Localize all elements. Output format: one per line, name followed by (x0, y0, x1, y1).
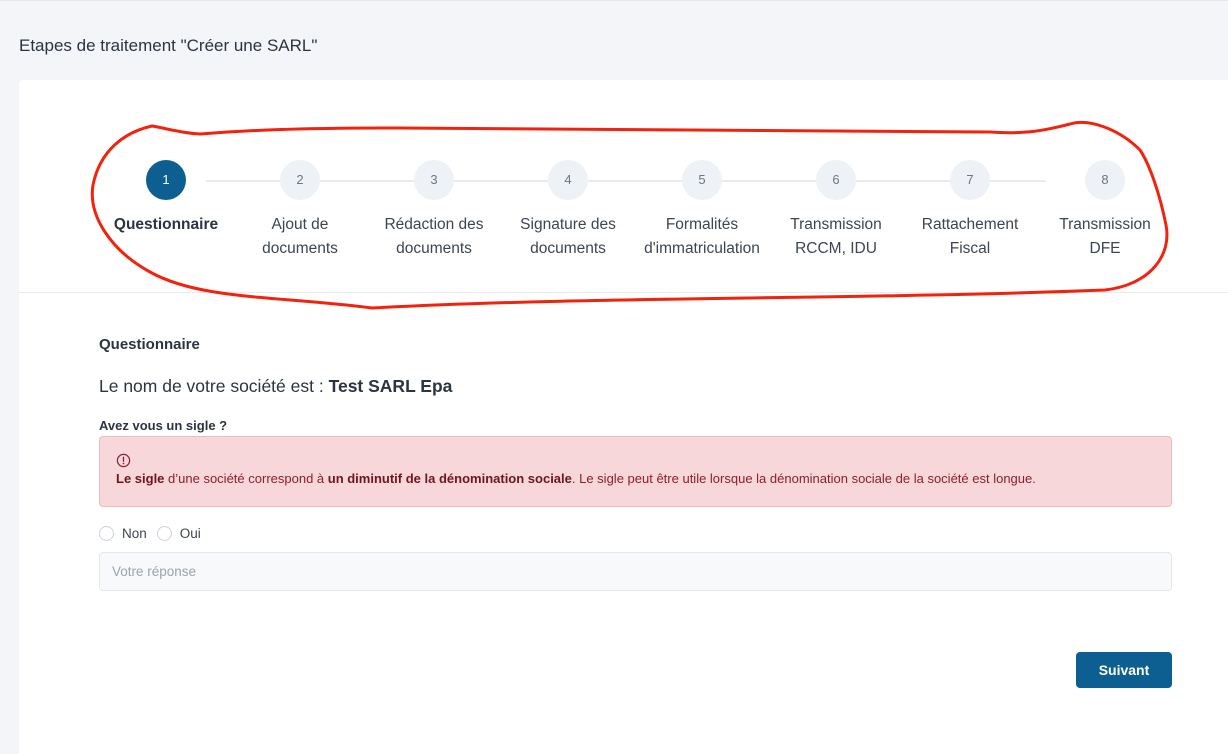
step-8[interactable]: 8 Transmission DFE (1035, 160, 1175, 261)
step-number: 3 (414, 160, 454, 200)
main-card: 1 Questionnaire 2 Ajout de documents 3 R… (19, 80, 1228, 754)
radio-button[interactable] (99, 525, 114, 541)
step-label: Formalités d'immatriculation (644, 216, 760, 257)
step-6[interactable]: 6 Transmission RCCM, IDU (766, 160, 906, 261)
step-number: 5 (682, 160, 722, 200)
info-circle-icon (116, 453, 131, 468)
next-button[interactable]: Suivant (1076, 652, 1172, 688)
step-number: 7 (950, 160, 990, 200)
top-divider (0, 0, 1228, 1)
sigle-radio-group: Non Oui (99, 524, 211, 542)
step-number: 4 (548, 160, 588, 200)
company-name: Test SARL Epa (328, 376, 453, 396)
step-number: 2 (280, 160, 320, 200)
step-label: Rattachement Fiscal (921, 216, 1019, 257)
page-title: Etapes de traitement "Créer une SARL" (19, 36, 318, 55)
step-label: Signature des documents (520, 216, 616, 257)
answer-input[interactable] (99, 552, 1172, 591)
step-4[interactable]: 4 Signature des documents (498, 160, 638, 261)
step-3[interactable]: 3 Rédaction des documents (364, 160, 504, 261)
step-label: Rédaction des documents (384, 216, 484, 257)
step-1[interactable]: 1 Questionnaire (96, 160, 236, 237)
step-label: Ajout de documents (262, 216, 338, 257)
step-number: 8 (1085, 160, 1125, 200)
radio-option-non[interactable]: Non (99, 525, 147, 541)
radio-option-oui[interactable]: Oui (156, 525, 201, 541)
step-label: Transmission RCCM, IDU (790, 216, 882, 257)
question-label: Avez vous un sigle ? (99, 418, 228, 433)
radio-label: Oui (179, 525, 201, 541)
section-title: Questionnaire (99, 336, 200, 353)
info-alert: Le sigle d’une société correspond à un d… (99, 436, 1172, 507)
company-name-prefix: Le nom de votre société est : (99, 376, 329, 396)
step-number: 1 (146, 160, 186, 200)
step-label: Questionnaire (113, 216, 219, 233)
company-name-line: Le nom de votre société est : Test SARL … (99, 376, 452, 397)
step-2[interactable]: 2 Ajout de documents (230, 160, 370, 261)
process-stepper: 1 Questionnaire 2 Ajout de documents 3 R… (19, 80, 1228, 293)
step-5[interactable]: 5 Formalités d'immatriculation (632, 160, 772, 261)
radio-label: Non (122, 525, 147, 541)
step-7[interactable]: 7 Rattachement Fiscal (900, 160, 1040, 261)
step-number: 6 (816, 160, 856, 200)
radio-button[interactable] (156, 525, 172, 541)
alert-message: Le sigle d’une société correspond à un d… (116, 471, 1036, 486)
step-label: Transmission DFE (1059, 216, 1151, 257)
